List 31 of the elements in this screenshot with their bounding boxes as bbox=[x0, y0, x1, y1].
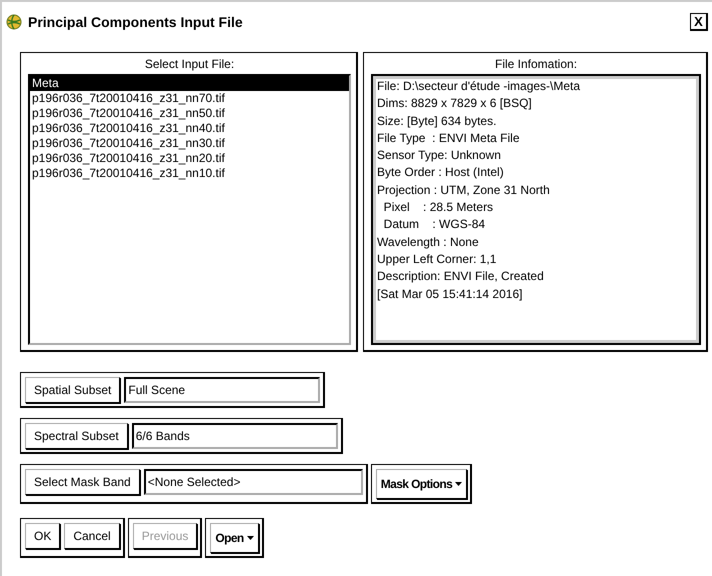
information-line: Dims: 8829 x 7829 x 6 [BSQ] bbox=[377, 95, 533, 112]
subset-button[interactable]: Spatial Subset bbox=[25, 377, 120, 403]
information-line: File Type : ENVI Meta File bbox=[377, 130, 521, 147]
information-line: Upper Left Corner: 1,1 bbox=[377, 250, 498, 268]
panel-heading: Select Input File: bbox=[144, 57, 236, 71]
subset-button[interactable]: Spectral Subset bbox=[25, 423, 128, 449]
information-line: Byte Order : Host (Intel) bbox=[377, 164, 505, 182]
caret-icon bbox=[455, 482, 462, 486]
caret-icon bbox=[246, 536, 254, 540]
information-line: Sensor Type: Unknown bbox=[377, 147, 502, 164]
window-title: Principal Components Input File bbox=[28, 14, 244, 30]
dropdown-button[interactable]: Mask Options bbox=[376, 469, 468, 499]
subset-field[interactable]: <None Selected> bbox=[144, 469, 363, 495]
information-line: [Sat Mar 05 15:41:14 2016] bbox=[377, 286, 524, 303]
dropdown-button[interactable]: Open bbox=[210, 523, 259, 553]
information-line: Projection : UTM, Zone 31 North bbox=[377, 182, 551, 199]
file-list-item[interactable]: Meta bbox=[30, 76, 350, 91]
globe-icon bbox=[6, 14, 22, 30]
panel-heading: File Infomation: bbox=[494, 57, 578, 71]
information-line: Datum : WGS-84 bbox=[382, 216, 486, 234]
information-line: Description: ENVI File, Created bbox=[377, 268, 545, 286]
close-button[interactable]: X bbox=[690, 13, 708, 31]
subset-button[interactable]: Select Mask Band bbox=[25, 469, 140, 495]
subset-field[interactable]: Full Scene bbox=[124, 377, 320, 403]
subset-field[interactable]: 6/6 Bands bbox=[132, 423, 338, 449]
information-line: Size: [Byte] 634 bytes. bbox=[377, 112, 498, 130]
information-line: Pixel : 28.5 Meters bbox=[382, 199, 494, 216]
button[interactable]: Cancel bbox=[64, 523, 120, 549]
button[interactable]: OK bbox=[25, 523, 60, 549]
information-line: Wavelength : None bbox=[377, 234, 480, 251]
information-line: File: D:\secteur d'étude -images-\Meta bbox=[377, 78, 582, 95]
